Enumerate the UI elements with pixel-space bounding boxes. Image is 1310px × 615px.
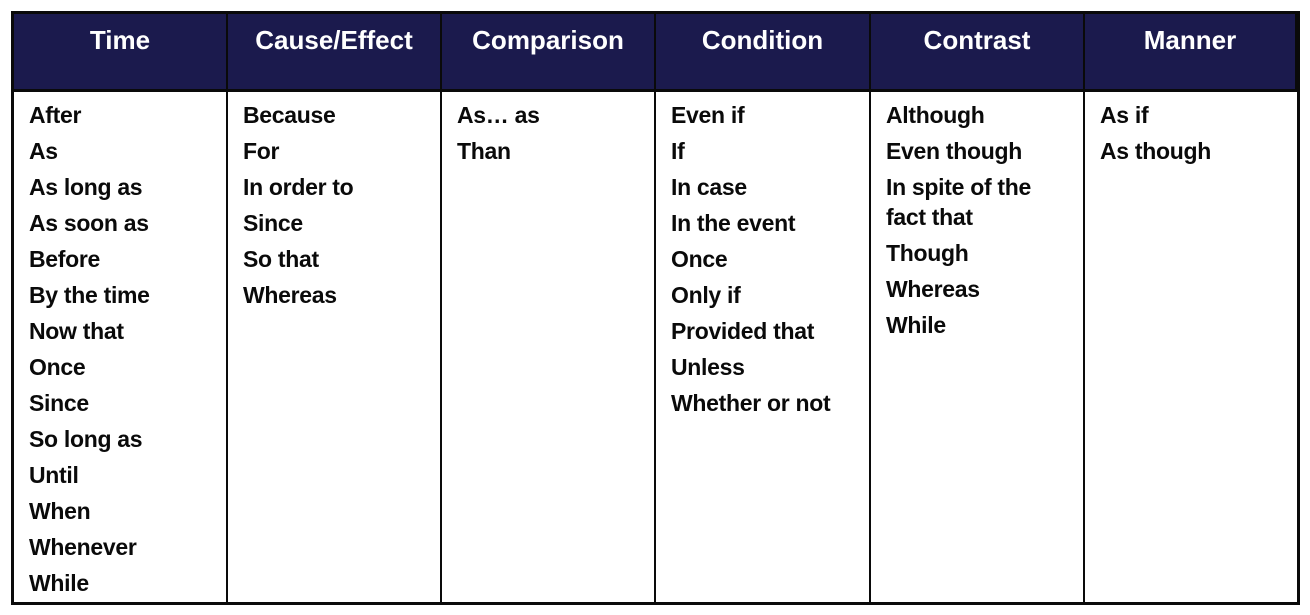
- column-header-time: Time: [14, 14, 228, 92]
- column-header-manner: Manner: [1085, 14, 1297, 92]
- list-item: So that: [243, 246, 319, 272]
- list-item: Even if: [671, 102, 745, 128]
- list-item: Since: [29, 390, 89, 416]
- column-cell-cause-effect: Because For In order to Since So that Whereas: [228, 92, 442, 604]
- list-item: After: [29, 102, 82, 128]
- list-item: Once: [29, 354, 86, 380]
- list-item: Until: [29, 462, 79, 488]
- list-item: Than: [457, 138, 511, 164]
- column-header-comparison: Comparison: [442, 14, 656, 92]
- column-header-condition: Condition: [656, 14, 871, 92]
- list-item: While: [29, 570, 89, 596]
- column-cell-contrast: Although Even though In spite of the fact …: [871, 92, 1085, 604]
- list-item: For: [243, 138, 280, 164]
- list-item: Now that: [29, 318, 124, 344]
- list-item: Because: [243, 102, 336, 128]
- list-item: As though: [1100, 138, 1211, 164]
- list-item: Whether or not: [671, 390, 831, 416]
- list-item: Before: [29, 246, 101, 272]
- list-item: As long as: [29, 174, 143, 200]
- list-item: When: [29, 498, 91, 524]
- list-item: As… as: [457, 102, 540, 128]
- list-item: In the event: [671, 210, 796, 236]
- list-item: While: [886, 312, 946, 338]
- list-item: Once: [671, 246, 728, 272]
- list-item: Only if: [671, 282, 741, 308]
- list-item: In spite of the fact that: [886, 174, 1032, 230]
- list-item: Whereas: [243, 282, 337, 308]
- column-header-contrast: Contrast: [871, 14, 1085, 92]
- list-item: Whereas: [886, 276, 980, 302]
- list-item: Provided that: [671, 318, 815, 344]
- list-item: As: [29, 138, 58, 164]
- list-item: Although: [886, 102, 985, 128]
- list-item: In case: [671, 174, 747, 200]
- column-cell-condition: Even if If In case In the event Once Only if P…: [656, 92, 871, 604]
- list-item: Whenever: [29, 534, 137, 560]
- column-cell-manner: As if As though: [1085, 92, 1297, 604]
- list-item: By the time: [29, 282, 150, 308]
- list-item: As soon as: [29, 210, 149, 236]
- list-item: In order to: [243, 174, 354, 200]
- conjunctions-table: Time Cause/Effect Comparison Condition Contr…: [11, 11, 1300, 605]
- list-item: If: [671, 138, 685, 164]
- list-item: Even though: [886, 138, 1022, 164]
- list-item: So long as: [29, 426, 143, 452]
- list-item: Unless: [671, 354, 745, 380]
- list-item: Though: [886, 240, 969, 266]
- column-cell-comparison: As… as Than: [442, 92, 656, 604]
- column-cell-time: After As As long as As soon as Before By the …: [14, 92, 228, 604]
- list-item: Since: [243, 210, 303, 236]
- list-item: As if: [1100, 102, 1149, 128]
- column-header-cause-effect: Cause/Effect: [228, 14, 442, 92]
